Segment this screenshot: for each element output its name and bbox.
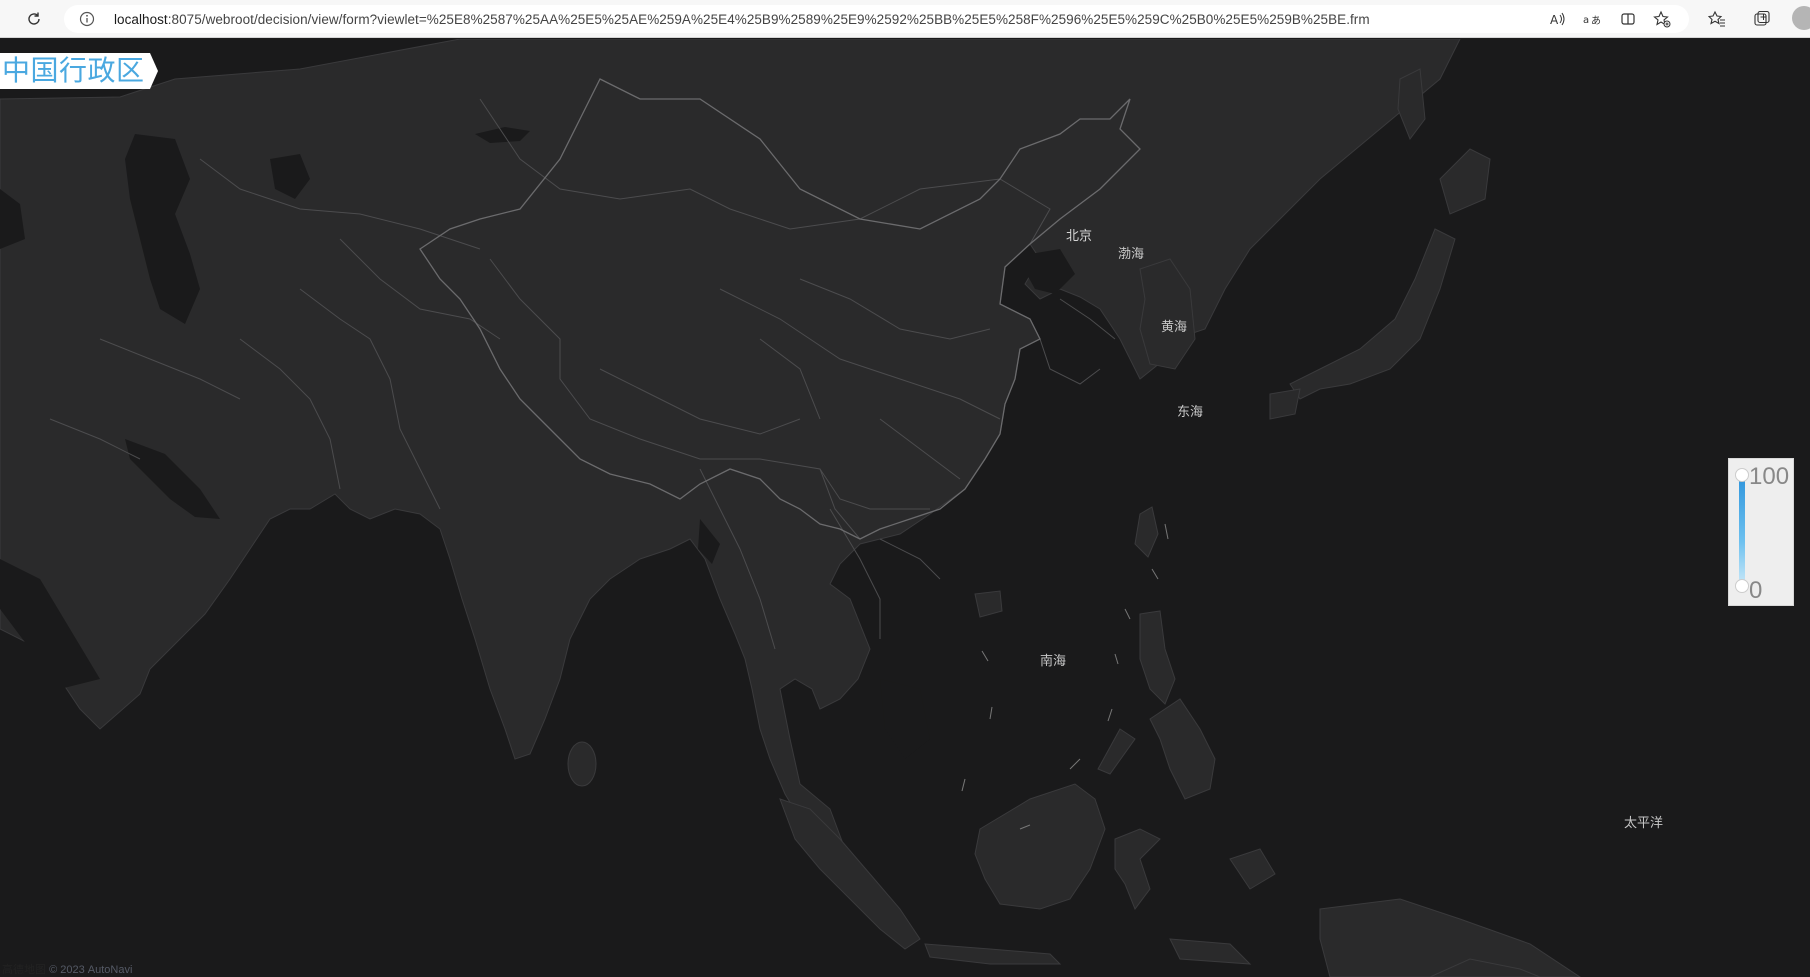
map-title: 中国行政区 <box>0 53 160 89</box>
map-basemap <box>0 39 1581 977</box>
url-path: :8075/webroot/decision/view/form?viewlet… <box>167 11 1370 27</box>
address-bar[interactable]: localhost:8075/webroot/decision/view/for… <box>64 5 1689 33</box>
map-title-text: 中国行政区 <box>2 54 145 87</box>
url-text[interactable]: localhost:8075/webroot/decision/view/for… <box>114 12 1370 27</box>
label-beijing: 北京 <box>1066 229 1093 244</box>
map-canvas[interactable]: 北京 渤海 黄海 东海 南海 太平洋 高德地图 © 2023 AutoNavi <box>0 39 1810 977</box>
label-south-sea: 南海 <box>1040 654 1067 669</box>
copyright-text: © 2023 AutoNavi <box>49 964 133 976</box>
translate-icon[interactable]: aあ <box>1578 5 1606 33</box>
label-east-sea: 东海 <box>1177 405 1204 420</box>
browser-toolbar: localhost:8075/webroot/decision/view/for… <box>0 0 1810 38</box>
landmass-asia <box>0 39 1461 850</box>
visual-map-handle-min[interactable] <box>1735 579 1749 593</box>
info-icon[interactable] <box>74 6 100 32</box>
split-screen-icon[interactable] <box>1614 5 1642 33</box>
map-attribution: 高德地图 © 2023 AutoNavi <box>2 961 132 977</box>
label-yellow-sea: 黄海 <box>1161 320 1188 335</box>
label-bohai: 渤海 <box>1118 247 1145 262</box>
label-pacific: 太平洋 <box>1624 816 1664 831</box>
reload-icon[interactable] <box>20 5 48 33</box>
svg-text:あ: あ <box>1591 15 1601 27</box>
read-aloud-icon[interactable]: A <box>1544 5 1572 33</box>
visual-map-handle-max[interactable] <box>1735 468 1749 482</box>
profile-avatar[interactable] <box>1792 6 1810 30</box>
add-favorite-icon[interactable] <box>1648 5 1676 33</box>
url-host: localhost <box>114 11 168 27</box>
svg-text:a: a <box>1583 15 1589 26</box>
visual-map-bar <box>1739 475 1745 585</box>
amap-logo: 高德地图 <box>2 964 46 976</box>
collections-icon[interactable] <box>1748 5 1776 33</box>
visual-map-min-label: 0 <box>1749 577 1763 604</box>
svg-text:A: A <box>1550 13 1559 27</box>
visual-map-max-label: 100 <box>1749 463 1790 490</box>
visual-map-legend[interactable]: 100 0 <box>1728 458 1794 606</box>
favorites-icon[interactable] <box>1703 5 1731 33</box>
